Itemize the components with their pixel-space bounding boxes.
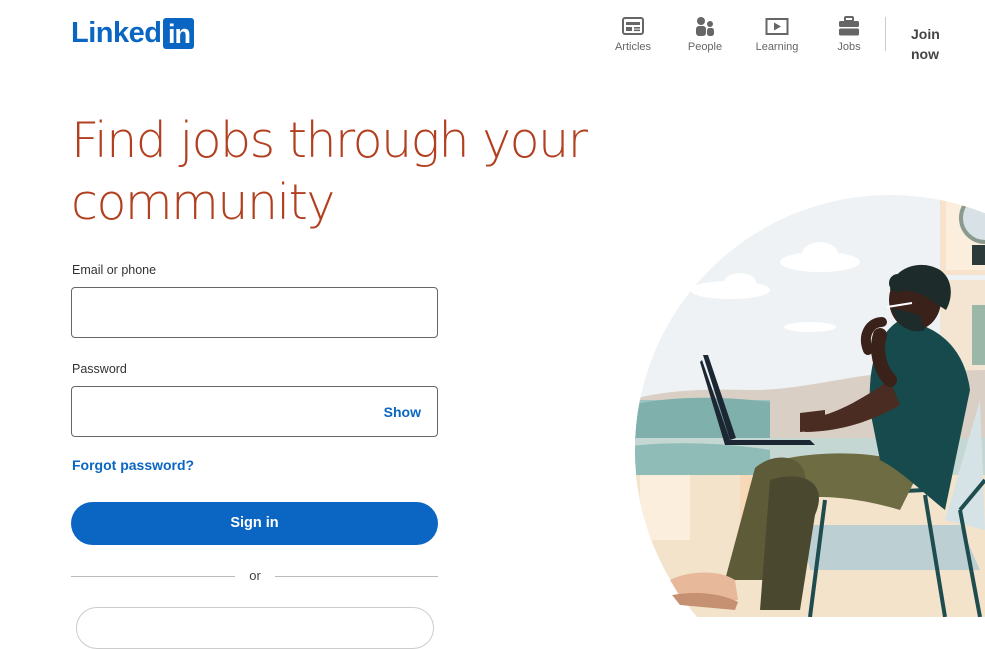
nav-people[interactable]: People	[675, 16, 735, 54]
password-field[interactable]	[72, 387, 386, 434]
divider-right	[275, 576, 438, 577]
nav-articles[interactable]: Articles	[603, 16, 663, 54]
join-now-button[interactable]: Join now	[896, 22, 985, 66]
email-field-wrapper	[71, 287, 438, 338]
email-field[interactable]	[72, 288, 386, 335]
forgot-password-link[interactable]: Forgot password?	[72, 457, 194, 473]
sign-in-button[interactable]: Sign in	[71, 502, 438, 545]
nav-divider	[885, 17, 886, 51]
jobs-icon	[839, 16, 859, 36]
hero-illustration	[635, 195, 985, 617]
nav-label-jobs: Jobs	[837, 41, 861, 53]
alternate-signin-button[interactable]	[76, 607, 434, 649]
people-icon	[696, 17, 714, 36]
show-password-button[interactable]: Show	[384, 404, 421, 420]
nav-label-learning: Learning	[755, 41, 799, 53]
linkedin-logo[interactable]: Linked in	[71, 17, 195, 49]
articles-icon	[622, 17, 644, 35]
nav-label-people: People	[687, 41, 723, 53]
logo-in-box: in	[163, 18, 195, 49]
nav-label-articles: Articles	[614, 41, 652, 53]
email-label: Email or phone	[72, 263, 157, 277]
page-title: Find jobs through your community	[71, 112, 588, 231]
learning-icon	[765, 18, 789, 35]
or-separator: or	[249, 568, 261, 583]
logo-text: Linked	[71, 17, 162, 49]
divider-left	[71, 576, 235, 577]
password-field-wrapper: Show	[71, 386, 438, 437]
password-label: Password	[72, 362, 127, 376]
nav-learning[interactable]: Learning	[747, 16, 807, 54]
nav-jobs[interactable]: Jobs	[819, 16, 879, 54]
